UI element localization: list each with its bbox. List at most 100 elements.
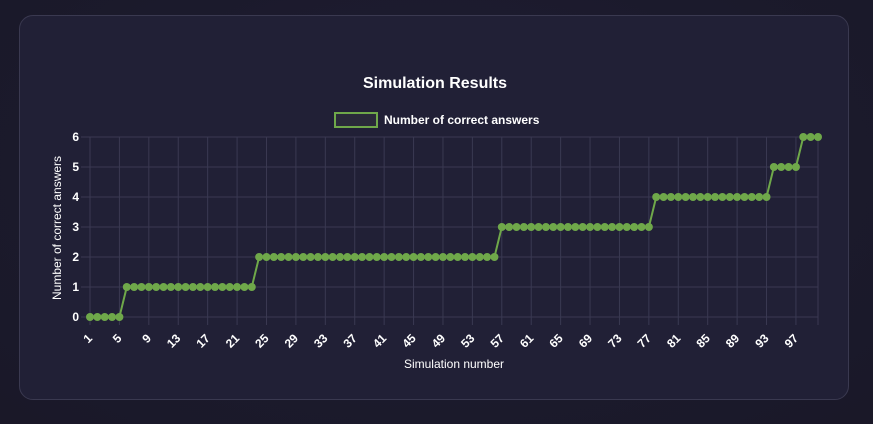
data-point[interactable] [130, 283, 139, 291]
data-point[interactable] [365, 253, 374, 261]
data-point[interactable] [336, 253, 345, 261]
data-point[interactable] [196, 283, 205, 291]
data-point[interactable] [747, 193, 756, 201]
data-point[interactable] [108, 313, 117, 321]
data-point[interactable] [666, 193, 675, 201]
data-point[interactable] [806, 133, 815, 141]
data-point[interactable] [277, 253, 286, 261]
data-point[interactable] [534, 223, 543, 231]
data-point[interactable] [725, 193, 734, 201]
data-point[interactable] [512, 223, 521, 231]
data-point[interactable] [497, 223, 506, 231]
legend-label[interactable]: Number of correct answers [384, 113, 540, 127]
data-point[interactable] [637, 223, 646, 231]
data-point[interactable] [571, 223, 580, 231]
data-point[interactable] [284, 253, 293, 261]
data-point[interactable] [188, 283, 197, 291]
data-point[interactable] [372, 253, 381, 261]
data-point[interactable] [541, 223, 550, 231]
data-point[interactable] [402, 253, 411, 261]
data-point[interactable] [784, 163, 793, 171]
data-point[interactable] [519, 223, 528, 231]
data-point[interactable] [211, 283, 220, 291]
data-point[interactable] [608, 223, 617, 231]
data-point[interactable] [549, 223, 558, 231]
data-point[interactable] [438, 253, 447, 261]
data-point[interactable] [733, 193, 742, 201]
data-point[interactable] [755, 193, 764, 201]
data-point[interactable] [718, 193, 727, 201]
data-point[interactable] [644, 223, 653, 231]
data-point[interactable] [622, 223, 631, 231]
data-point[interactable] [674, 193, 683, 201]
data-point[interactable] [615, 223, 624, 231]
data-point[interactable] [740, 193, 749, 201]
data-point[interactable] [247, 283, 256, 291]
data-point[interactable] [166, 283, 175, 291]
data-point[interactable] [769, 163, 778, 171]
data-point[interactable] [409, 253, 418, 261]
data-point[interactable] [218, 283, 227, 291]
data-point[interactable] [321, 253, 330, 261]
data-point[interactable] [483, 253, 492, 261]
data-point[interactable] [527, 223, 536, 231]
data-point[interactable] [556, 223, 565, 231]
data-point[interactable] [799, 133, 808, 141]
data-point[interactable] [100, 313, 109, 321]
data-point[interactable] [688, 193, 697, 201]
data-point[interactable] [600, 223, 609, 231]
data-point[interactable] [652, 193, 661, 201]
data-point[interactable] [358, 253, 367, 261]
data-point[interactable] [86, 313, 94, 321]
data-point[interactable] [563, 223, 572, 231]
data-point[interactable] [586, 223, 595, 231]
data-point[interactable] [490, 253, 499, 261]
data-point[interactable] [306, 253, 315, 261]
data-point[interactable] [696, 193, 705, 201]
data-point[interactable] [93, 313, 102, 321]
data-point[interactable] [152, 283, 161, 291]
data-point[interactable] [203, 283, 212, 291]
data-point[interactable] [446, 253, 455, 261]
data-point[interactable] [233, 283, 242, 291]
data-point[interactable] [387, 253, 396, 261]
data-point[interactable] [593, 223, 602, 231]
data-point[interactable] [262, 253, 271, 261]
data-point[interactable] [814, 133, 822, 141]
data-point[interactable] [225, 283, 234, 291]
data-point[interactable] [659, 193, 668, 201]
data-point[interactable] [578, 223, 587, 231]
data-point[interactable] [159, 283, 168, 291]
data-point[interactable] [122, 283, 131, 291]
legend[interactable]: Number of correct answers [334, 112, 540, 128]
data-point[interactable] [115, 313, 124, 321]
data-point[interactable] [350, 253, 359, 261]
data-point[interactable] [777, 163, 786, 171]
data-point[interactable] [240, 283, 249, 291]
data-point[interactable] [343, 253, 352, 261]
data-point[interactable] [269, 253, 278, 261]
data-point[interactable] [630, 223, 639, 231]
data-point[interactable] [174, 283, 183, 291]
data-point[interactable] [703, 193, 712, 201]
data-point[interactable] [313, 253, 322, 261]
data-point[interactable] [424, 253, 433, 261]
data-point[interactable] [468, 253, 477, 261]
data-point[interactable] [461, 253, 470, 261]
data-point[interactable] [144, 283, 153, 291]
data-point[interactable] [380, 253, 389, 261]
data-point[interactable] [299, 253, 308, 261]
data-point[interactable] [791, 163, 800, 171]
data-point[interactable] [453, 253, 462, 261]
data-point[interactable] [475, 253, 484, 261]
data-point[interactable] [681, 193, 690, 201]
data-point[interactable] [255, 253, 264, 261]
data-point[interactable] [328, 253, 337, 261]
data-point[interactable] [181, 283, 190, 291]
data-point[interactable] [416, 253, 425, 261]
data-point[interactable] [394, 253, 403, 261]
data-point[interactable] [505, 223, 514, 231]
data-point[interactable] [711, 193, 720, 201]
data-point[interactable] [137, 283, 146, 291]
data-point[interactable] [431, 253, 440, 261]
